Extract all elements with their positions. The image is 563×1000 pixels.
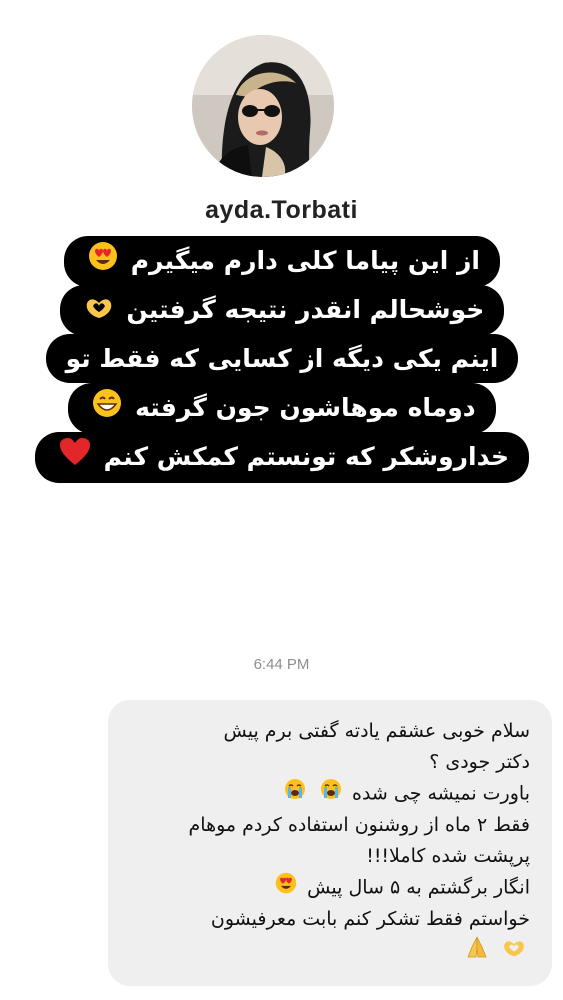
profile-username[interactable]: ayda.Torbati [0,196,563,225]
heart-hands-icon [84,290,114,333]
caption-line-text: از این پیاما کلی دارم میگیرم [130,246,480,275]
heart-hands-icon [502,937,526,968]
caption-line: از این پیاما کلی دارم میگیرم [8,236,556,287]
heart-eyes-icon [88,241,118,284]
message-line-text: باورت نمیشه چی شده [351,782,530,805]
caption-line-text: اینم یکی دیگه از کسایی که فقط تو [65,344,499,373]
folded-hands-icon [466,935,488,969]
message-line: سلام خوبی عشقم یادته گفتی برم پیش [223,720,530,742]
caption-line: اینم یکی دیگه از کسایی که فقط تو [8,334,556,383]
caption-line-text: خوشحالم انقدر نتیجه گرفتین [126,295,485,324]
caption-line: خوشحالم انقدر نتیجه گرفتین [8,285,556,336]
dm-screenshot: ayda.Torbati از این پیاما کلی دارم میگیر… [0,0,563,1000]
grinning-icon [92,388,122,431]
caption-line-text: خداروشکر که تونستم کمکش کنم [103,442,510,471]
message-line: خواستم فقط تشکر کنم بابت معرفیشون [210,908,530,930]
caption-line-bg: خداروشکر که تونستم کمکش کنم [34,432,530,483]
message-timestamp: 6:44 PM [253,656,310,673]
message-line: انگار برگشتم به ۵ سال پیش [130,872,530,904]
profile-avatar[interactable] [192,35,334,177]
caption-line-text: دوماه موهاشون جون گرفته [135,393,476,422]
caption-line-bg: از این پیاما کلی دارم میگیرم [64,236,500,287]
story-caption: از این پیاما کلی دارم میگیرم خوشحالم انق… [8,236,556,483]
message-line: پرپشت شده کاملا!!! [366,845,530,867]
caption-line-bg: اینم یکی دیگه از کسایی که فقط تو [45,334,519,383]
message-line: دکتر جودی ؟ [429,751,530,773]
caption-line-bg: خوشحالم انقدر نتیجه گرفتین [59,285,505,336]
message-bubble[interactable]: سلام خوبی عشقم یادته گفتی برم پیش دکتر ج… [108,700,552,986]
avatar-photo-icon [192,35,334,177]
crying-icon [284,778,306,810]
heart-eyes-icon [275,872,297,904]
message-line: فقط ۲ ماه از روشنون استفاده کردم موهام [188,814,530,836]
red-heart-icon [59,437,91,480]
caption-line-bg: دوماه موهاشون جون گرفته [68,383,496,434]
message-line-icons [130,935,530,969]
crying-icon [320,778,342,810]
caption-line: دوماه موهاشون جون گرفته [8,383,556,434]
caption-line: خداروشکر که تونستم کمکش کنم [8,432,556,483]
message-line-text: انگار برگشتم به ۵ سال پیش [307,876,530,899]
message-line: باورت نمیشه چی شده [130,778,530,810]
